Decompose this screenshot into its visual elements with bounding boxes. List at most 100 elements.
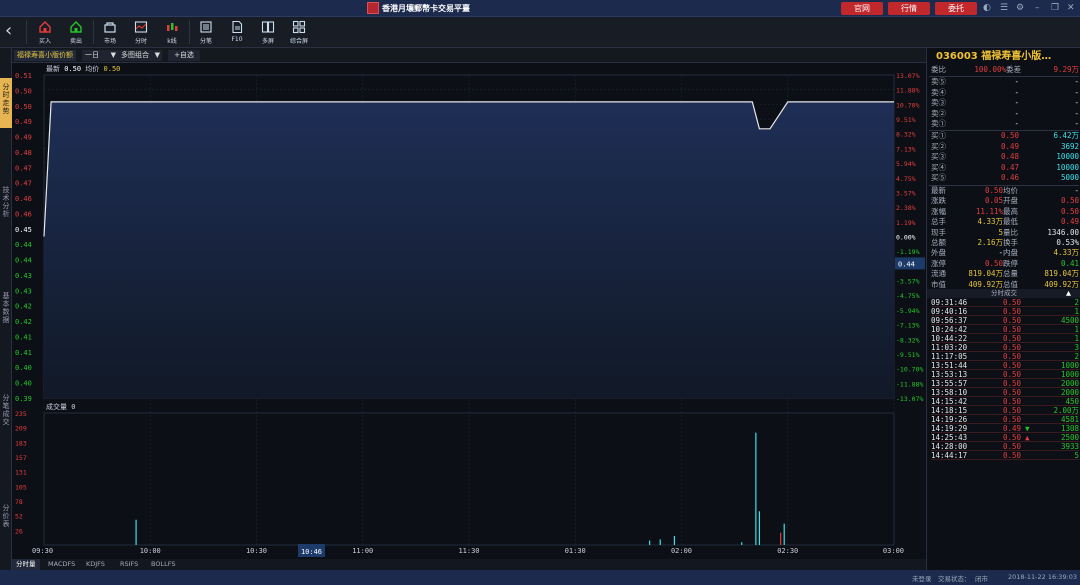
collapse-arrow-icon[interactable]: ▲ [1066, 289, 1071, 298]
tab-intraday-trend[interactable]: 分时走势 [0, 78, 12, 128]
order-button[interactable]: 委托 [935, 2, 977, 15]
f10-button[interactable]: F10 [222, 20, 252, 43]
tick-row[interactable]: 10:44:22 0.50 1 [931, 334, 1079, 343]
down-arrow-icon: ▼ [1025, 424, 1030, 433]
tick-row[interactable]: 11:17:05 0.50 2 [931, 352, 1079, 361]
stat-label: 均价 [1003, 186, 1018, 195]
tick-row[interactable]: 11:03:20 0.50 3 [931, 343, 1079, 352]
stat-row: 涨停 0.50 跌停 0.41 [931, 259, 1079, 270]
tab-bollfs[interactable]: BOLLFS [147, 559, 179, 570]
tab-price-table[interactable]: 分价表 [0, 504, 12, 538]
tick-row[interactable]: 13:51:44 0.50 1000 [931, 361, 1079, 370]
tick-row[interactable]: 14:19:29 0.49 ▼ 1308 [931, 424, 1079, 433]
kline-button[interactable]: k线 [157, 20, 187, 45]
multiscreen-button[interactable]: 多屏 [253, 20, 283, 45]
sell-row[interactable]: 卖⑤ - - [931, 77, 1079, 88]
add-favorite-button[interactable]: +自选 [168, 50, 200, 61]
tick-row[interactable]: 10:24:42 0.50 1 [931, 325, 1079, 334]
pct-tick-label: 5.94% [896, 160, 916, 168]
stat-value: 0.50 [984, 186, 1003, 195]
stat-value: 0.05 [984, 196, 1003, 206]
tick-price: 0.50 [1003, 406, 1022, 415]
period-select[interactable]: 一日 ▼ [82, 50, 118, 61]
tick-time: 13:58:10 [931, 388, 968, 397]
tick-time: 14:19:26 [931, 415, 968, 424]
buy-label: 买入 [38, 38, 51, 45]
volume-icon[interactable]: ◐ [983, 3, 991, 13]
market-button[interactable]: 市场 [95, 20, 125, 45]
settings-icon[interactable]: ⚙ [1016, 3, 1024, 13]
overview-button[interactable]: 综合屏 [284, 20, 314, 45]
tick-price: 0.50 [1003, 442, 1022, 451]
sell-button[interactable]: 卖出 [61, 20, 91, 45]
sell-volume: - [1074, 98, 1079, 108]
close-icon[interactable]: ✕ [1067, 3, 1075, 13]
tab-rsifs[interactable]: RSIFS [116, 559, 142, 570]
combo-select[interactable]: 多图组合 ▼ [118, 50, 162, 61]
tab-kdjfs[interactable]: KDJFS [82, 559, 109, 570]
pct-tick-label: 11.88% [896, 87, 920, 95]
chevron-down-icon: ▼ [154, 51, 160, 59]
tick-row[interactable]: 14:25:43 0.50 ▲ 2500 [931, 433, 1079, 442]
intraday-label: 分时 [134, 38, 147, 45]
tab-tick-trades[interactable]: 分笔成交 [0, 394, 12, 438]
back-arrow-icon[interactable]: ‹ [5, 22, 12, 40]
buy-button[interactable]: 买入 [30, 20, 60, 45]
website-button[interactable]: 官网 [841, 2, 883, 15]
tab-macdfs[interactable]: MACDFS [44, 559, 79, 570]
up-arrow-icon: ▲ [1025, 433, 1030, 442]
price-tick-label: 0.42 [15, 318, 32, 326]
sell-row[interactable]: 卖② - - [931, 109, 1079, 120]
weibi-value: 100.00% [974, 65, 1006, 74]
buy-row[interactable]: 买③ 0.48 10000 [931, 152, 1079, 163]
tab-technical-analysis[interactable]: 技术分析 [0, 186, 12, 230]
stat-value: - [1074, 186, 1079, 195]
tick-time: 13:53:13 [931, 370, 968, 379]
tick-row[interactable]: 14:15:42 0.50 450 [931, 397, 1079, 406]
price-tick-label: 0.41 [15, 349, 32, 357]
stat-value: 0.41 [1060, 258, 1079, 268]
buy-level-label: 买③ [931, 152, 946, 162]
tick-row[interactable]: 14:18:15 0.50 2.00万 [931, 406, 1079, 415]
intraday-chart[interactable]: 0.51 0.50 0.50 0.49 0.49 0.48 0.47 0.47 0.46 0.46… [12, 63, 926, 559]
instrument-name[interactable]: 福禄寿喜小版价额 [14, 50, 76, 61]
tick-row[interactable]: 13:55:57 0.50 2000 [931, 379, 1079, 388]
sell-row[interactable]: 卖① - - [931, 119, 1079, 130]
buy-row[interactable]: 买④ 0.47 10000 [931, 163, 1079, 174]
tick-row[interactable]: 13:53:13 0.50 1000 [931, 370, 1079, 379]
tab-intraday-volume[interactable]: 分时量 [12, 559, 40, 570]
tick-volume: 2000 [1060, 379, 1079, 388]
tick-row[interactable]: 14:19:26 0.50 4581 [931, 415, 1079, 424]
minimize-icon[interactable]: – [1035, 3, 1040, 13]
stat-label: 量比 [1003, 227, 1018, 237]
tick-row[interactable]: 13:58:10 0.50 2000 [931, 388, 1079, 397]
buy-volume: 6.42万 [1053, 131, 1079, 140]
menu-icon[interactable]: ☰ [1000, 3, 1008, 13]
sell-row[interactable]: 卖③ - - [931, 98, 1079, 109]
buy-price: 0.47 [1000, 162, 1019, 172]
tick-row[interactable]: 09:31:46 0.50 2 [931, 298, 1079, 307]
buy-icon [39, 21, 51, 33]
tab-basic-data[interactable]: 基本数据 [0, 292, 12, 336]
tick-row[interactable]: 09:56:37 0.50 4500 [931, 316, 1079, 325]
buy-row[interactable]: 买⑤ 0.46 5000 [931, 173, 1079, 184]
restore-icon[interactable]: ❐ [1051, 3, 1059, 13]
tick-time: 14:28:00 [931, 442, 968, 451]
ticks-label: 分笔 [199, 38, 212, 45]
quotes-button[interactable]: 行情 [888, 2, 930, 15]
trade-state-label: 交易状态： [938, 575, 971, 583]
buy-row[interactable]: 买① 0.50 6.42万 [931, 131, 1079, 142]
pct-tick-label: -4.75% [896, 292, 920, 300]
tick-row[interactable]: 09:40:16 0.50 1 [931, 307, 1079, 316]
intraday-button[interactable]: 分时 [126, 20, 156, 45]
tick-row[interactable]: 14:28:00 0.50 3933 [931, 442, 1079, 451]
kline-icon [167, 23, 178, 31]
ticks-button[interactable]: 分笔 [191, 20, 221, 45]
market-icon [104, 22, 116, 33]
volume-tick-label: 52 [15, 513, 23, 521]
tick-row[interactable]: 14:44:17 0.50 5 [931, 451, 1079, 460]
price-tick-label: 0.47 [15, 164, 32, 172]
buy-row[interactable]: 买② 0.49 3692 [931, 142, 1079, 153]
volume-tick-label: 78 [15, 498, 23, 506]
sell-row[interactable]: 卖④ - - [931, 88, 1079, 99]
